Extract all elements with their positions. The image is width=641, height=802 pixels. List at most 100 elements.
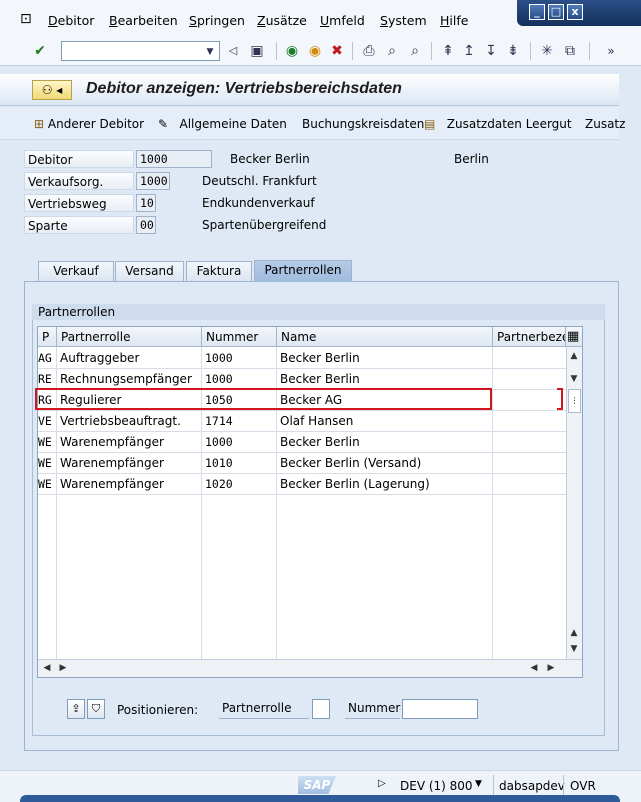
cell-role: Auftraggeber (57, 348, 202, 369)
back-triangle-icon[interactable]: ◁ (224, 42, 242, 60)
tab-faktura[interactable]: Faktura (186, 261, 252, 281)
save-icon[interactable]: ▣ (248, 42, 266, 60)
column-header-p[interactable]: P (38, 327, 57, 347)
scroll-right-icon[interactable]: ▶ (544, 663, 558, 673)
command-field[interactable] (61, 41, 220, 61)
scroll-left-icon[interactable]: ◀ (40, 663, 54, 673)
print-icon[interactable]: ⎙ (360, 42, 378, 60)
menu-springen[interactable]: Springen (189, 13, 245, 28)
shortcut-icon[interactable]: ⧉ (561, 42, 579, 60)
display-change-icon[interactable]: ⚇ ◂ (32, 80, 72, 100)
column-header-partnerbeze[interactable]: Partnerbeze (493, 327, 566, 347)
cancel-icon[interactable]: ✖ (328, 42, 346, 60)
position-first-icon[interactable]: ⇪ (67, 699, 85, 719)
find-next-icon[interactable]: ⌕ (406, 42, 424, 60)
tab-verkauf[interactable]: Verkauf (38, 261, 114, 281)
maximize-button[interactable]: □ (548, 4, 564, 20)
partner-roles-table[interactable]: P Partnerrolle Nummer Name Partnerbeze ▦… (37, 326, 583, 678)
tab-versand[interactable]: Versand (115, 261, 184, 281)
table-row[interactable]: WE Warenempfänger 1010 Becker Berlin (Ve… (38, 453, 566, 474)
sales-org-field[interactable]: 1000 (136, 172, 170, 190)
pencil-icon: ✎ (158, 117, 169, 131)
chevron-down-icon[interactable]: ▼ (201, 43, 219, 61)
cell-p: VE (38, 411, 57, 432)
position-label: Positionieren: (117, 703, 199, 717)
back-icon[interactable]: ◉ (283, 42, 301, 60)
status-expand-icon[interactable]: ▷ (378, 778, 386, 789)
other-customer-button[interactable]: ⊞ Anderer Debitor (34, 117, 144, 131)
additional-data-button[interactable]: ▤ Zusatzdaten Leergut (424, 117, 572, 131)
selection-highlight (35, 388, 492, 410)
table-row[interactable]: AG Auftraggeber 1000 Becker Berlin (38, 348, 566, 369)
menu-system[interactable]: System (380, 13, 427, 28)
role-label: Partnerrolle (219, 699, 309, 719)
window-bottom-frame (20, 795, 620, 802)
table-row[interactable]: RE Rechnungsempfänger 1000 Becker Berlin (38, 369, 566, 390)
menu-zusaetze[interactable]: Zusätze (257, 13, 307, 28)
general-data-button[interactable]: ✎ Allgemeine Daten (158, 117, 287, 131)
debitor-field[interactable]: 1000 (136, 150, 212, 168)
scroll-up-icon[interactable]: ▲ (567, 351, 581, 361)
scroll-left-icon[interactable]: ◀ (527, 663, 541, 673)
role-input[interactable] (312, 699, 330, 719)
company-code-data-button[interactable]: Buchungskreisdaten (302, 117, 424, 131)
cell-number: 1010 (202, 453, 277, 474)
division-label: Sparte (24, 216, 134, 234)
cell-name: Becker Berlin (277, 348, 493, 369)
enter-icon[interactable]: ✔ (31, 42, 49, 60)
column-header-partnerrolle[interactable]: Partnerrolle (57, 327, 202, 347)
document-icon: ▤ (424, 117, 436, 131)
chevron-down-icon[interactable]: ▼ (475, 779, 482, 789)
scroll-down-icon[interactable]: ▼ (567, 644, 581, 654)
sap-menu-icon[interactable]: ⊡ (20, 11, 32, 27)
menu-umfeld[interactable]: Umfeld (320, 13, 365, 28)
cell-number: 1020 (202, 474, 277, 495)
cell-name: Olaf Hansen (277, 411, 493, 432)
toolbar-separator (530, 42, 531, 60)
table-row[interactable]: WE Warenempfänger 1000 Becker Berlin (38, 432, 566, 453)
position-filter-icon[interactable]: ⛉ (87, 699, 105, 719)
scroll-down-icon[interactable]: ▼ (567, 374, 581, 384)
tab-partnerrollen[interactable]: Partnerrollen (254, 260, 352, 282)
first-page-icon[interactable]: ⇞ (439, 42, 457, 60)
scroll-up-icon[interactable]: ▲ (567, 628, 581, 638)
column-header-name[interactable]: Name (277, 327, 493, 347)
next-page-icon[interactable]: ↧ (482, 42, 500, 60)
cell-role: Vertriebsbeauftragt. (57, 411, 202, 432)
last-page-icon[interactable]: ⇟ (504, 42, 522, 60)
cell-number: 1714 (202, 411, 277, 432)
column-header-nummer[interactable]: Nummer (202, 327, 277, 347)
scroll-thumb[interactable]: ⋮ (568, 389, 581, 413)
cell-p: WE (38, 474, 57, 495)
sap-logo: SAP (298, 776, 336, 794)
channel-text: Endkundenverkauf (202, 196, 315, 210)
channel-field[interactable]: 10 (136, 194, 156, 212)
minimize-button[interactable]: _ (529, 4, 545, 20)
table-row[interactable]: WE Warenempfänger 1020 Becker Berlin (La… (38, 474, 566, 495)
cell-role: Warenempfänger (57, 474, 202, 495)
more-additional-button[interactable]: Zusatz (585, 117, 625, 131)
table-row[interactable]: VE Vertriebsbeauftragt. 1714 Olaf Hansen (38, 411, 566, 432)
division-field[interactable]: 00 (136, 216, 156, 234)
exit-icon[interactable]: ◉ (306, 42, 324, 60)
more-toolbar-button[interactable]: » (602, 42, 620, 60)
column-settings-icon[interactable]: ▦ (566, 327, 582, 347)
menu-hilfe[interactable]: Hilfe (440, 13, 468, 28)
menu-bearbeiten[interactable]: Bearbeiten (109, 13, 178, 28)
scroll-right-icon[interactable]: ▶ (56, 663, 70, 673)
number-input[interactable] (402, 699, 478, 719)
table-header: P Partnerrolle Nummer Name Partnerbeze ▦ (38, 327, 582, 347)
channel-label: Vertriebsweg (24, 194, 134, 212)
cell-name: Becker Berlin (277, 432, 493, 453)
new-session-icon[interactable]: ✳ (538, 42, 556, 60)
menu-debitor[interactable]: Debitor (48, 13, 94, 28)
find-icon[interactable]: ⌕ (383, 42, 401, 60)
cell-number: 1000 (202, 348, 277, 369)
previous-page-icon[interactable]: ↥ (460, 42, 478, 60)
cell-role: Warenempfänger (57, 432, 202, 453)
debitor-name: Becker Berlin (230, 152, 310, 166)
horizontal-scrollbar[interactable]: ◀ ▶ ◀ ▶ (38, 659, 582, 677)
vertical-scrollbar[interactable]: ▲ ▼ ⋮ ▲ ▼ (566, 347, 582, 659)
close-button[interactable]: x (567, 4, 583, 20)
system-info[interactable]: DEV (1) 800 (400, 779, 473, 793)
